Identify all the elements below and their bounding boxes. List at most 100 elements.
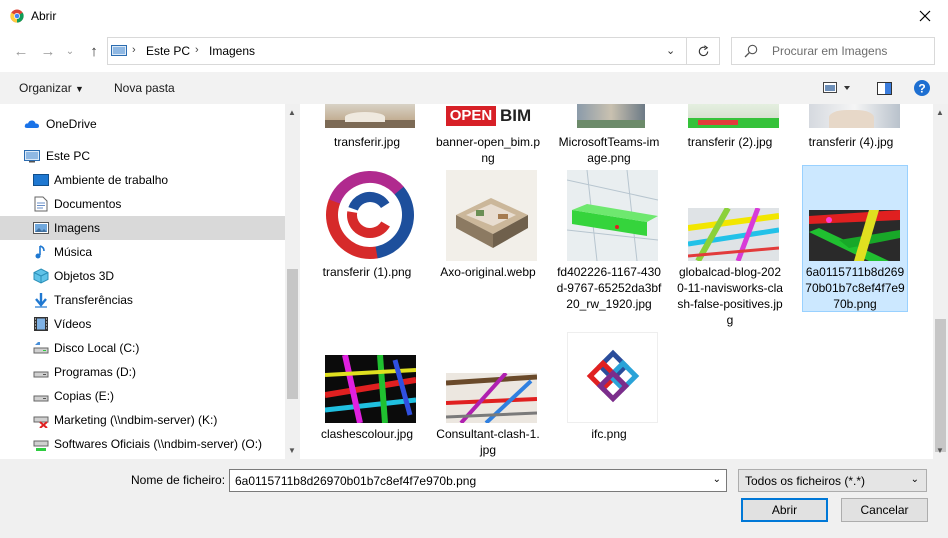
forward-button[interactable]: → [38,41,58,61]
consultant-clash-image [446,373,537,423]
filename-value: 6a0115711b8d26970b01b7c8ef4f7e970b.png [235,474,477,488]
file-item[interactable]: fd402226-1167-430d-9767-65252da3bf20_rw_… [556,166,662,326]
scroll-down-icon[interactable]: ▼ [288,446,296,455]
sidebar-item-videos[interactable]: Vídeos [0,312,285,336]
forward-arrow-icon: → [40,42,56,60]
file-name: transferir.jpg [333,135,401,149]
file-thumbnail [446,373,537,423]
chevron-down-icon: ⌄ [65,45,75,57]
sidebar-item-label: Objetos 3D [54,269,115,283]
file-item[interactable]: MicrosoftTeams-image.png [556,104,662,165]
file-name: Axo-original.webp [440,265,536,279]
dialog-footer: Nome de ficheiro: 6a0115711b8d26970b01b7… [0,459,948,538]
file-item[interactable]: Axo-original.webp [435,166,541,288]
file-item[interactable]: clashescolour.jpg [314,349,420,457]
file-name: 6a0115711b8d26970b01b7c8ef4f7e970b.png [805,265,905,311]
help-icon[interactable]: ? [914,80,930,96]
close-icon [919,10,931,22]
sidebar-item-3d-objects[interactable]: Objetos 3D [0,264,285,288]
sidebar-item-network-k[interactable]: Marketing (\\ndbim-server) (K:) [0,408,285,432]
command-bar: Organizar ▼ Nova pasta ? [0,72,948,104]
up-button[interactable]: ↑ [84,41,104,61]
chevron-down-icon: ⌄ [910,474,919,485]
sidebar-item-label: Imagens [54,221,101,235]
logo-bim-text: BIM [500,106,532,125]
sidebar-item-downloads[interactable]: Transferências [0,288,285,312]
preview-pane-icon[interactable] [877,82,892,95]
file-thumbnail [577,104,645,128]
sidebar-item-network-o[interactable]: Softwares Oficiais (\\ndbim-server) (O:) [0,432,285,456]
open-button[interactable]: Abrir [741,498,828,522]
file-thumbnail [446,170,537,261]
new-folder-button[interactable]: Nova pasta [114,81,175,95]
filename-input[interactable]: 6a0115711b8d26970b01b7c8ef4f7e970b.png ⌄ [229,469,727,492]
file-name: ifc.png [591,427,627,441]
sidebar-item-label: Ambiente de trabalho [54,173,169,187]
sidebar-item-label: Copias (E:) [54,389,115,403]
file-name: banner-open_bim.png [435,135,541,165]
cancel-button[interactable]: Cancelar [841,498,928,522]
scroll-down-icon[interactable]: ▼ [936,446,944,455]
chevron-down-icon[interactable]: ⌄ [666,44,675,57]
desktop-icon [33,174,49,186]
recent-locations-button[interactable]: ⌄ [60,41,80,61]
dropdown-arrow-icon: ▼ [75,84,84,94]
sidebar-item-label: Programas (D:) [54,365,137,379]
close-button[interactable] [902,0,948,32]
sidebar-item-este-pc[interactable]: Este PC [0,144,285,168]
file-thumbnail [325,170,416,261]
breadcrumb-imagens[interactable]: Imagens [209,44,255,58]
file-type-select[interactable]: Todos os ficheiros (*.*) ⌄ [738,469,927,492]
3d-objects-icon [33,268,49,284]
sidebar-item-label: Este PC [46,149,91,163]
file-item[interactable]: OPEN BIM banner-open_bim.png [435,104,541,165]
chrome-icon [10,9,24,23]
clash-colour-image [809,210,900,261]
scroll-up-icon[interactable]: ▲ [288,108,296,117]
file-list-scrollbar[interactable]: ▲ ▼ [933,104,948,459]
download-arrow-icon [35,293,47,308]
address-bar[interactable]: › Este PC › Imagens ⌄ [107,37,687,65]
file-item[interactable]: transferir (4).jpg [798,104,904,152]
drive-icon [33,371,49,378]
file-item[interactable]: transferir (1).png [314,166,420,288]
sidebar-item-images[interactable]: Imagens [0,216,285,240]
file-item[interactable]: transferir.jpg [314,104,420,152]
breadcrumb-separator-icon: › [195,44,199,56]
sidebar-item-drive-e[interactable]: Copias (E:) [0,384,285,408]
sidebar-item-desktop[interactable]: Ambiente de trabalho [0,168,285,192]
view-options-icon[interactable] [823,82,851,94]
sidebar-item-label: Documentos [54,197,122,211]
search-box[interactable]: Procurar em Imagens [731,37,935,65]
scroll-up-icon[interactable]: ▲ [936,108,944,117]
file-name: transferir (4).jpg [808,135,894,149]
clashes-colour-image [325,355,416,423]
file-name: Consultant-clash-1.jpg [436,427,540,457]
back-button[interactable]: ← [11,41,31,61]
open-bim-logo: OPEN BIM [446,104,537,128]
organize-button[interactable]: Organizar ▼ [19,81,84,95]
file-thumbnail [688,208,779,261]
file-item[interactable]: ifc.png [556,332,662,444]
sidebar-item-drive-d[interactable]: Programas (D:) [0,360,285,384]
file-item[interactable]: globalcad-blog-2020-11-navisworks-clash-… [677,166,783,327]
breadcrumb-este-pc[interactable]: Este PC [146,44,190,58]
sidebar-item-music[interactable]: Música [0,240,285,264]
sidebar-scrollbar[interactable]: ▲ ▼ [285,104,300,459]
sidebar-item-documents[interactable]: Documentos [0,192,285,216]
sidebar-item-label: Vídeos [54,317,92,331]
file-list-scroll-thumb[interactable] [935,319,946,452]
file-thumbnail [567,332,658,423]
sidebar-item-onedrive[interactable]: OneDrive [0,112,285,136]
file-list: transferir.jpg OPEN BIM banner-open_bim.… [300,104,933,459]
sidebar-item-drive-c[interactable]: Disco Local (C:) [0,336,285,360]
refresh-button[interactable] [687,37,720,65]
file-item[interactable]: Consultant-clash-1.jpg [435,349,541,457]
navisworks-clash-image [688,208,779,261]
file-item[interactable]: transferir (2).jpg [677,104,783,152]
sidebar-scroll-thumb[interactable] [287,269,298,399]
chevron-down-icon[interactable]: ⌄ [713,474,721,485]
breadcrumb-separator-icon: › [132,44,136,56]
file-item-selected[interactable]: 6a0115711b8d26970b01b7c8ef4f7e970b.png [802,165,908,312]
sidebar-item-label: Marketing (\\ndbim-server) (K:) [54,413,218,427]
